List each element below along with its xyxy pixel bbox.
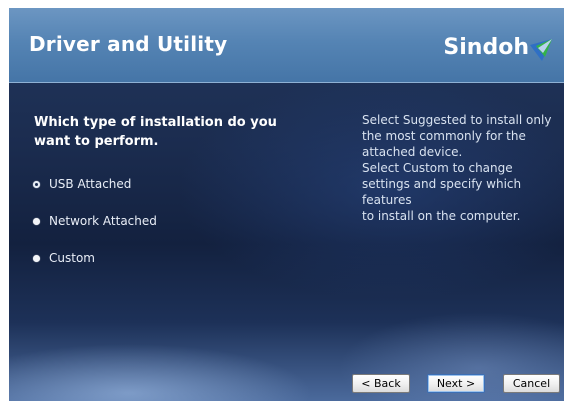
description-line: attached device.	[362, 145, 463, 159]
next-button[interactable]: Next >	[427, 374, 485, 393]
description-line: to install on the computer.	[362, 209, 521, 223]
radio-button[interactable]	[33, 217, 40, 225]
option-label: Network Attached	[49, 214, 157, 228]
installation-description: Select Suggested to install only the mos…	[362, 112, 564, 224]
cancel-button[interactable]: Cancel	[503, 374, 560, 393]
header-bar: Driver and Utility Sindoh	[9, 8, 564, 83]
brand-name: Sindoh	[443, 35, 529, 60]
option-label: USB Attached	[49, 177, 132, 191]
description-line: settings and specify which	[362, 177, 522, 191]
option-usb-attached[interactable]: USB Attached	[33, 177, 131, 191]
radio-button-selected[interactable]	[33, 180, 40, 188]
window-title: Driver and Utility	[29, 32, 228, 56]
option-network-attached[interactable]: Network Attached	[33, 214, 157, 228]
option-label: Custom	[49, 251, 95, 265]
installation-question: Which type of installation do you want t…	[34, 115, 277, 149]
description-line: Select Custom to change	[362, 161, 513, 175]
description-line: features	[362, 193, 412, 207]
description-line: the most commonly for the	[362, 129, 526, 143]
sindoh-logo-icon	[530, 39, 552, 61]
installer-window: Driver and Utility Sindoh Which type of …	[9, 8, 564, 401]
back-button[interactable]: < Back	[352, 374, 410, 393]
radio-button[interactable]	[33, 254, 40, 262]
option-custom[interactable]: Custom	[33, 251, 95, 265]
description-line: Select Suggested to install only	[362, 113, 552, 127]
